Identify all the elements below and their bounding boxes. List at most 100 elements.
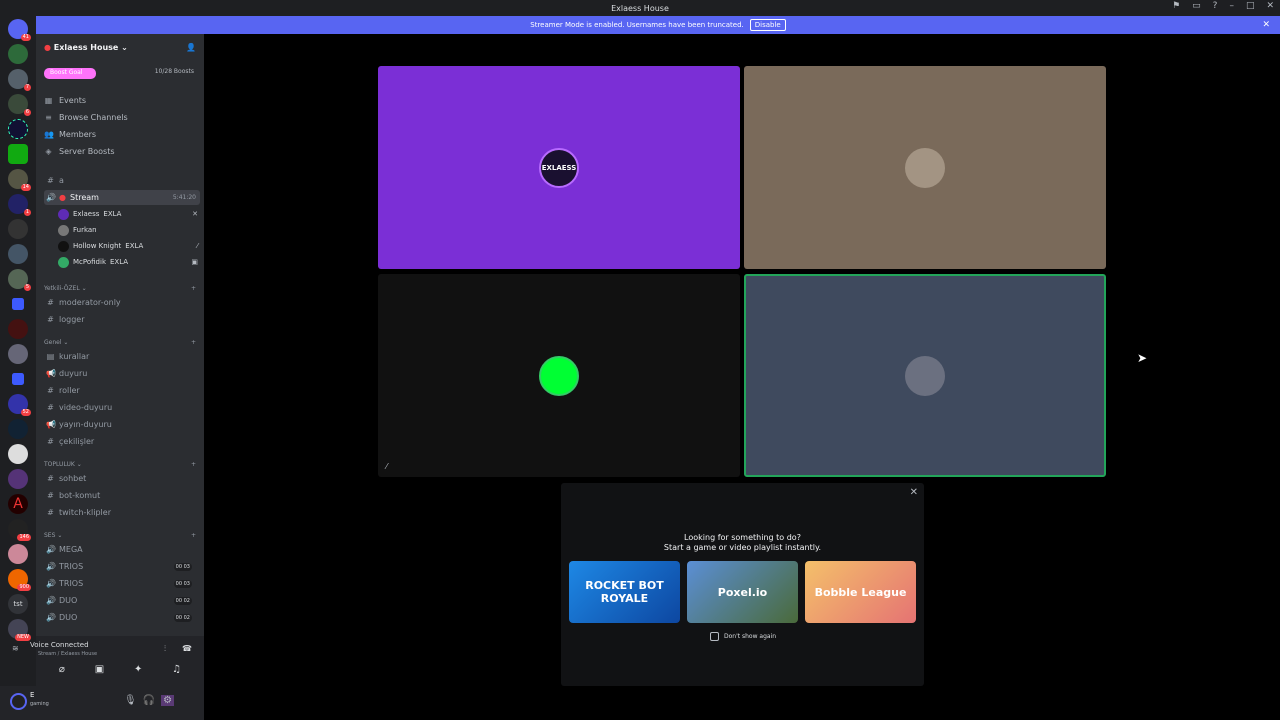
voice-user[interactable]: McPofidik EXLA ▣ bbox=[58, 255, 198, 269]
channel-label: Stream bbox=[69, 193, 99, 202]
participant-tile[interactable]: ⁄ bbox=[378, 274, 740, 477]
channel-video-duyuru[interactable]: # video-duyuru bbox=[44, 400, 200, 415]
menu-members[interactable]: 👥 Members bbox=[44, 130, 96, 139]
server-icon[interactable] bbox=[8, 444, 28, 464]
maximize-icon[interactable]: □ bbox=[1246, 1, 1255, 11]
boost-goal[interactable]: Boost Goal 10/28 Boosts bbox=[44, 68, 194, 79]
disable-button[interactable]: Disable bbox=[749, 19, 786, 31]
server-icon[interactable]: 7 bbox=[8, 69, 31, 91]
hash-icon: # bbox=[47, 176, 54, 185]
screen-icon[interactable]: ▭ bbox=[1192, 1, 1201, 11]
voice-channel-trios[interactable]: 🔊 TRIOS 00 03 bbox=[44, 576, 200, 591]
category-topluluk[interactable]: TOPLULUK ⌄ + bbox=[44, 461, 196, 468]
add-channel-icon[interactable]: + bbox=[191, 285, 196, 292]
soundboard-icon[interactable]: ♫ bbox=[172, 664, 181, 675]
participant-tile[interactable] bbox=[744, 66, 1106, 269]
channel-logger[interactable]: # logger bbox=[44, 312, 200, 327]
server-icon[interactable]: tst bbox=[8, 594, 28, 614]
add-channel-icon[interactable]: + bbox=[191, 532, 196, 539]
channel-yayin-duyuru[interactable]: 📢 yayın-duyuru bbox=[44, 417, 200, 432]
voice-connected-title[interactable]: Voice Connected bbox=[30, 641, 89, 649]
server-icon[interactable]: 52 bbox=[8, 394, 31, 416]
server-icon[interactable] bbox=[8, 469, 28, 489]
server-icon[interactable] bbox=[8, 544, 28, 564]
invite-icon[interactable]: 👤 bbox=[186, 43, 196, 52]
headphones-icon[interactable]: 🎧 bbox=[143, 695, 155, 706]
activity-card-poxel-io[interactable]: Poxel.io bbox=[687, 561, 798, 623]
activity-card-rocket-bot-royale[interactable]: ROCKET BOT ROYALE bbox=[569, 561, 680, 623]
channel-stream[interactable]: 🔊 ● Stream 5:41:20 bbox=[44, 190, 200, 205]
server-icon[interactable]: NEW bbox=[8, 619, 31, 641]
voice-channel-trios[interactable]: 🔊 TRIOS 00 03 bbox=[44, 559, 200, 574]
voice-channel-duo[interactable]: 🔊 DUO 00 02 bbox=[44, 593, 200, 608]
server-icon[interactable] bbox=[8, 119, 28, 139]
signal-icon[interactable]: ≋ bbox=[12, 644, 19, 653]
server-icon[interactable]: 6 bbox=[8, 94, 31, 116]
channel-duyuru[interactable]: 📢 duyuru bbox=[44, 366, 200, 381]
channel-sohbet[interactable]: # sohbet bbox=[44, 471, 200, 486]
noise-suppression-icon[interactable]: ⫶ bbox=[164, 644, 166, 654]
microphone-icon[interactable]: 🎙 bbox=[124, 695, 137, 706]
server-icon[interactable] bbox=[8, 44, 28, 64]
activities-icon[interactable]: ✦ bbox=[134, 664, 142, 675]
participant-tile[interactable]: EXLAESS bbox=[378, 66, 740, 269]
server-icon[interactable]: 14 bbox=[8, 169, 31, 191]
server-icon[interactable] bbox=[8, 219, 28, 239]
channel-twitch-klipler[interactable]: # twitch-klipler bbox=[44, 505, 200, 520]
voice-user[interactable]: Exlaess EXLA ✕ bbox=[58, 207, 198, 221]
add-channel-icon[interactable]: + bbox=[191, 461, 196, 468]
participant-tile-speaking[interactable] bbox=[744, 274, 1106, 477]
server-icon[interactable] bbox=[8, 319, 28, 339]
screen-share-icon[interactable]: ▣ bbox=[95, 664, 104, 675]
category-genel[interactable]: Genel ⌄ + bbox=[44, 339, 196, 346]
home-icon[interactable]: 41 bbox=[8, 19, 31, 41]
close-icon[interactable]: ✕ bbox=[910, 487, 918, 498]
boost-goal-label: Boost Goal bbox=[44, 68, 96, 79]
channel-bot-komut[interactable]: # bot-komut bbox=[44, 488, 200, 503]
add-channel-icon[interactable]: + bbox=[191, 339, 196, 346]
channel-cekilisler[interactable]: # çekilişler bbox=[44, 434, 200, 449]
server-icon[interactable]: 146 bbox=[8, 519, 31, 541]
minimize-icon[interactable]: – bbox=[1229, 1, 1234, 11]
category-ses[interactable]: SES ⌄ + bbox=[44, 532, 196, 539]
user-name[interactable]: E bbox=[30, 691, 34, 699]
voice-user[interactable]: Hollow Knight EXLA ⁄ bbox=[58, 239, 198, 253]
server-icon[interactable]: A bbox=[8, 494, 28, 514]
voice-user[interactable]: Furkan bbox=[58, 223, 198, 237]
close-window-icon[interactable]: ✕ bbox=[1266, 1, 1274, 11]
settings-gear-icon[interactable]: ⚙ bbox=[161, 695, 175, 706]
channel-roller[interactable]: # roller bbox=[44, 383, 200, 398]
streamer-mode-banner: Streamer Mode is enabled. Usernames have… bbox=[36, 16, 1280, 34]
voice-channel-duo[interactable]: 🔊 DUO 00 02 bbox=[44, 610, 200, 625]
help-icon[interactable]: ? bbox=[1213, 1, 1218, 11]
server-icon[interactable]: 1 bbox=[8, 194, 31, 216]
voice-channel-mega[interactable]: 🔊 MEGA bbox=[44, 542, 200, 557]
inbox-icon[interactable]: ⚑ bbox=[1172, 1, 1180, 11]
menu-browse-channels[interactable]: ≡ Browse Channels bbox=[44, 113, 128, 122]
folder-icon[interactable] bbox=[12, 373, 24, 385]
channel-moderator-only[interactable]: # moderator-only bbox=[44, 295, 200, 310]
speaker-icon: 🔊 bbox=[46, 545, 56, 554]
banner-close-icon[interactable]: ✕ bbox=[1262, 20, 1270, 30]
server-header[interactable]: ● Exlaess House ⌄ 👤 bbox=[36, 34, 204, 60]
server-icon[interactable] bbox=[8, 244, 28, 264]
activity-card-bobble-league[interactable]: Bobble League bbox=[805, 561, 916, 623]
folder-icon[interactable] bbox=[12, 298, 24, 310]
camera-off-icon[interactable]: ⌀ bbox=[59, 664, 65, 675]
menu-events[interactable]: ▦ Events bbox=[44, 96, 86, 105]
channel-kurallar[interactable]: ▤ kurallar bbox=[44, 349, 200, 364]
server-icon[interactable] bbox=[8, 419, 28, 439]
voice-actions: ⌀ ▣ ✦ ♫ bbox=[44, 664, 196, 675]
menu-server-boosts[interactable]: ◈ Server Boosts bbox=[44, 147, 114, 156]
server-icon[interactable]: 5 bbox=[8, 269, 31, 291]
channel-a[interactable]: # a bbox=[44, 173, 200, 188]
voice-connected-subtitle[interactable]: Stream / Exlaess House bbox=[38, 651, 97, 657]
server-icon[interactable] bbox=[8, 344, 28, 364]
server-icon[interactable] bbox=[8, 144, 28, 164]
checkbox[interactable] bbox=[710, 632, 719, 641]
avatar[interactable] bbox=[10, 693, 27, 710]
server-icon[interactable]: 900 bbox=[8, 569, 31, 591]
disconnect-icon[interactable]: ☎ bbox=[182, 644, 192, 653]
dont-show-again[interactable]: Don't show again bbox=[710, 632, 776, 641]
category-yetkili[interactable]: Yetkili-ÖZEL ⌄ + bbox=[44, 285, 196, 292]
